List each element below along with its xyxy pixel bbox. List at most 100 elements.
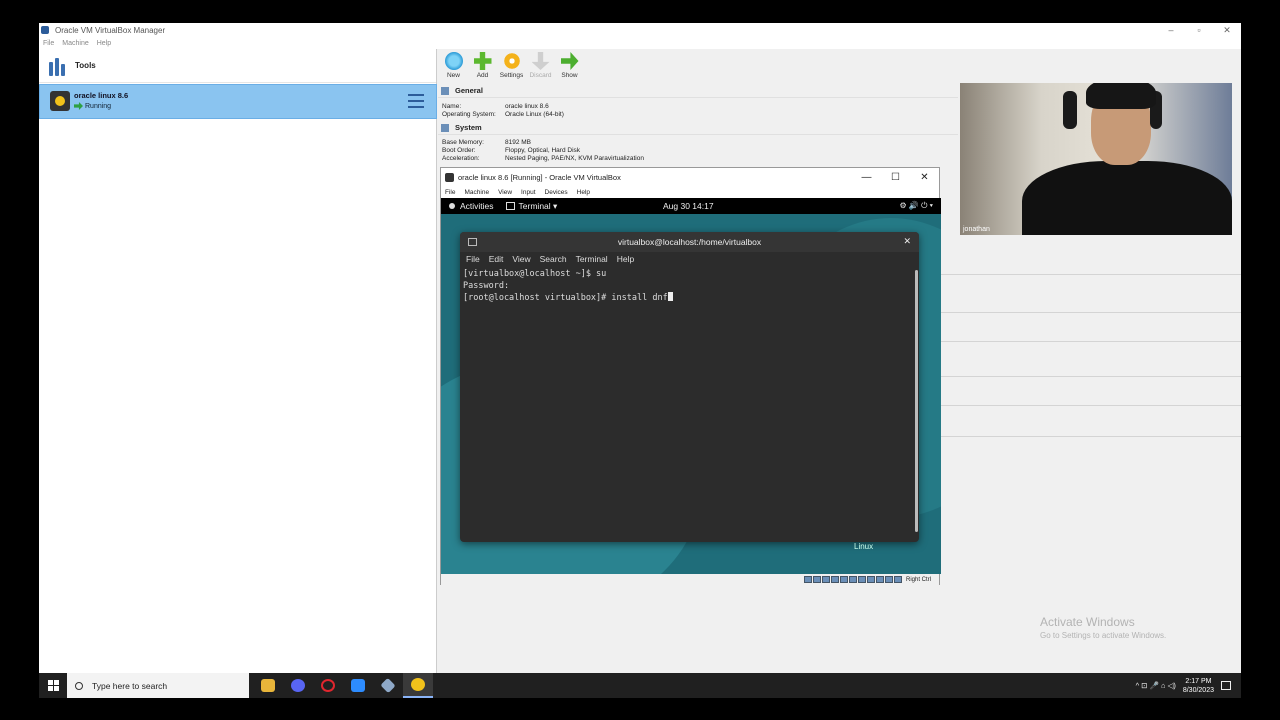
vm-menu-help[interactable]: Help bbox=[577, 189, 590, 196]
shared-folders-icon[interactable] bbox=[848, 576, 857, 583]
app-menu[interactable]: Terminal ▾ bbox=[505, 200, 558, 212]
guest-display[interactable]: Activities Terminal ▾ Aug 30 14:17 ⚙ 🔊 ⏻… bbox=[441, 198, 941, 574]
webcam-person bbox=[1022, 161, 1232, 235]
terminal-title: virtualbox@localhost:/home/virtualbox bbox=[617, 237, 762, 247]
discard-label: Discard bbox=[529, 72, 552, 79]
virtualbox-icon bbox=[41, 26, 49, 34]
vm-maximize-button[interactable]: ☐ bbox=[881, 168, 910, 187]
vm-menu-devices[interactable]: Devices bbox=[545, 189, 568, 196]
taskbar-search[interactable]: Type here to search bbox=[67, 673, 249, 698]
vm-details-menu-icon[interactable] bbox=[408, 94, 424, 108]
start-button[interactable] bbox=[39, 673, 67, 698]
tray-icons[interactable]: ^ ⊡ 🎤 ⌂ ◁) bbox=[1136, 681, 1176, 690]
linux-wallpaper-label: Linux bbox=[854, 542, 874, 551]
general-header[interactable]: General bbox=[438, 84, 958, 98]
guest-clock[interactable]: Aug 30 14:17 bbox=[663, 201, 714, 211]
terminal-menu-edit[interactable]: Edit bbox=[489, 254, 504, 264]
close-button[interactable]: ✕ bbox=[1213, 23, 1241, 37]
guest-system-tray[interactable]: ⚙ 🔊 ⏻ ▾ bbox=[900, 201, 934, 211]
add-button[interactable]: Add bbox=[468, 49, 497, 83]
mouse-integration-icon[interactable] bbox=[884, 576, 893, 583]
manager-menu-bar: File Machine Help bbox=[39, 37, 1241, 49]
tools-label: Tools bbox=[75, 61, 96, 70]
file-explorer-app[interactable] bbox=[253, 673, 283, 698]
vm-menu-machine[interactable]: Machine bbox=[464, 189, 489, 196]
recording-icon[interactable] bbox=[866, 576, 875, 583]
cpu-icon[interactable] bbox=[875, 576, 884, 583]
vm-menu-input[interactable]: Input bbox=[521, 189, 535, 196]
detail-row: Operating System: Oracle Linux (64-bit) bbox=[438, 111, 958, 119]
zoom-app[interactable] bbox=[343, 673, 373, 698]
keyboard-icon[interactable] bbox=[893, 576, 902, 583]
vm-close-button[interactable]: ✕ bbox=[910, 168, 939, 187]
taskbar-clock[interactable]: 2:17 PM 8/30/2023 bbox=[1183, 677, 1214, 695]
vm-menu-file[interactable]: File bbox=[445, 189, 455, 196]
app-menu-label: Terminal ▾ bbox=[518, 200, 558, 211]
notification-icon[interactable] bbox=[1221, 681, 1231, 690]
new-icon bbox=[444, 52, 463, 70]
cube-icon bbox=[380, 677, 396, 694]
terminal-menu-terminal[interactable]: Terminal bbox=[576, 254, 608, 264]
vm-window-controls: — ☐ ✕ bbox=[852, 168, 939, 187]
terminal-menu-help[interactable]: Help bbox=[617, 254, 634, 264]
terminal-scrollbar[interactable] bbox=[915, 270, 918, 532]
detail-dividers bbox=[941, 274, 1241, 437]
menu-help[interactable]: Help bbox=[97, 40, 111, 47]
system-header[interactable]: System bbox=[438, 121, 958, 135]
activities-button[interactable]: Activities bbox=[449, 201, 494, 211]
search-icon bbox=[75, 681, 83, 690]
detail-key: Base Memory: bbox=[442, 139, 484, 146]
terminal-menu-file[interactable]: File bbox=[466, 254, 480, 264]
new-tab-icon[interactable] bbox=[468, 238, 477, 246]
folder-icon bbox=[261, 679, 275, 692]
terminal-close-button[interactable]: ✕ bbox=[903, 236, 911, 247]
usb-icon[interactable] bbox=[839, 576, 848, 583]
manager-toolbar: New Add Settings Discard Show bbox=[439, 49, 584, 83]
show-button[interactable]: Show bbox=[555, 49, 584, 83]
opera-app[interactable] bbox=[313, 673, 343, 698]
vm-minimize-button[interactable]: — bbox=[852, 168, 881, 187]
terminal-menu: File Edit View Search Terminal Help bbox=[460, 252, 919, 266]
minimize-button[interactable]: – bbox=[1157, 23, 1185, 37]
discard-icon bbox=[531, 52, 550, 70]
terminal-line: [root@localhost virtualbox]# install dnf bbox=[463, 293, 668, 303]
terminal-menu-search[interactable]: Search bbox=[540, 254, 567, 264]
vm-window-title-bar[interactable]: oracle linux 8.6 [Running] - Oracle VM V… bbox=[441, 168, 939, 187]
display-icon[interactable] bbox=[857, 576, 866, 583]
discard-button[interactable]: Discard bbox=[526, 49, 555, 83]
discord-app[interactable] bbox=[283, 673, 313, 698]
vm-list-item[interactable]: oracle linux 8.6 Running bbox=[39, 84, 437, 119]
vm-app-active[interactable] bbox=[403, 673, 433, 698]
activate-windows-watermark: Activate Windows Go to Settings to activ… bbox=[1040, 615, 1166, 640]
detail-value: oracle linux 8.6 bbox=[505, 103, 549, 110]
search-placeholder: Type here to search bbox=[92, 680, 168, 691]
gnome-top-bar: Activities Terminal ▾ Aug 30 14:17 ⚙ 🔊 ⏻… bbox=[441, 198, 941, 214]
restore-button[interactable]: ▫ bbox=[1185, 23, 1213, 37]
virtualbox-app[interactable] bbox=[373, 673, 403, 698]
settings-button[interactable]: Settings bbox=[497, 49, 526, 83]
menu-file[interactable]: File bbox=[43, 40, 54, 47]
system-icon bbox=[441, 123, 449, 132]
system-title: System bbox=[455, 123, 482, 132]
audio-icon[interactable] bbox=[821, 576, 830, 583]
show-label: Show bbox=[561, 72, 578, 79]
vm-window: oracle linux 8.6 [Running] - Oracle VM V… bbox=[440, 167, 941, 585]
settings-label: Settings bbox=[499, 72, 524, 79]
terminal-output[interactable]: [virtualbox@localhost ~]$ su Password: [ro… bbox=[460, 266, 919, 305]
menu-machine[interactable]: Machine bbox=[62, 40, 88, 47]
optical-drive-icon[interactable] bbox=[812, 576, 821, 583]
clock-date: 8/30/2023 bbox=[1182, 686, 1214, 694]
tools-item[interactable]: Tools bbox=[39, 49, 436, 83]
vm-menu-view[interactable]: View bbox=[498, 189, 512, 196]
terminal-menu-view[interactable]: View bbox=[512, 254, 530, 264]
vm-state: Running bbox=[74, 102, 111, 110]
new-button[interactable]: New bbox=[439, 49, 468, 83]
hard-disk-icon[interactable] bbox=[803, 576, 812, 583]
vm-window-icon bbox=[445, 173, 454, 182]
pinned-apps bbox=[253, 673, 433, 698]
tools-icon bbox=[49, 56, 69, 76]
network-icon[interactable] bbox=[830, 576, 839, 583]
terminal-header[interactable]: virtualbox@localhost:/home/virtualbox ✕ bbox=[460, 232, 919, 252]
terminal-line: [virtualbox@localhost ~]$ su bbox=[463, 269, 607, 279]
activate-subtitle: Go to Settings to activate Windows. bbox=[1040, 631, 1167, 640]
